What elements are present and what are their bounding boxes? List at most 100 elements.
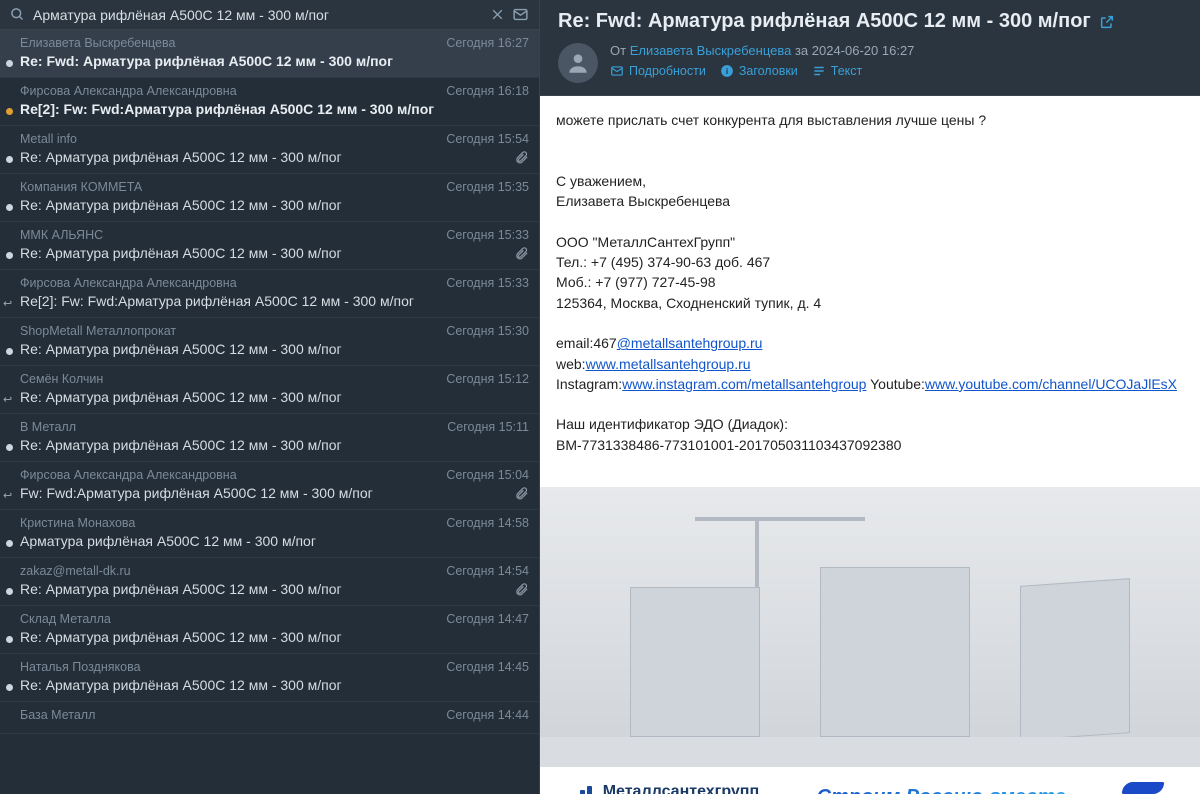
- sender: Фирсова Александра Александровна: [20, 276, 237, 290]
- time: Сегодня 14:58: [446, 516, 529, 530]
- details-action[interactable]: Подробности: [610, 64, 706, 78]
- mail-item[interactable]: Елизавета Выскребенцева Сегодня 16:27 Re: …: [0, 30, 539, 78]
- mail-item[interactable]: Фирсова Александра АлександровнаСегодня …: [0, 78, 539, 126]
- status-dot: [6, 108, 13, 115]
- mail-list[interactable]: Елизавета Выскребенцева Сегодня 16:27 Re: …: [0, 30, 539, 794]
- subject: Re: Арматура рифлёная А500С 12 мм - 300 …: [20, 341, 529, 357]
- body-question: можете прислать счет конкурента для выст…: [556, 110, 1184, 130]
- signature-banner: Металлсантехгрупп Ваш надежный поставщик…: [540, 767, 1200, 794]
- flag-icon: [1123, 777, 1167, 794]
- status-dot: [6, 444, 13, 451]
- company-logo: Металлсантехгрупп Ваш надежный поставщик: [573, 783, 759, 794]
- status-dot: [6, 588, 13, 595]
- subject: Арматура рифлёная А500С 12 мм - 300 м/по…: [20, 533, 529, 549]
- open-external-icon[interactable]: [1099, 14, 1115, 30]
- reply-icon: ↩: [3, 489, 12, 502]
- time: Сегодня 15:30: [446, 324, 529, 338]
- subject: Fw: Fwd:Арматура рифлёная А500С 12 мм - …: [20, 485, 508, 501]
- time: Сегодня 16:18: [446, 84, 529, 98]
- subject: Re: Fwd: Арматура рифлёная А500С 12 мм -…: [20, 53, 529, 69]
- sender: Склад Металла: [20, 612, 111, 626]
- status-dot: [6, 60, 13, 67]
- mail-item[interactable]: ShopMetall МеталлопрокатСегодня 15:30Re:…: [0, 318, 539, 366]
- reply-icon: ↩: [3, 393, 12, 406]
- slogan-text: Строим Россию вместе: [817, 786, 1066, 794]
- message-title: Re: Fwd: Арматура рифлёная А500С 12 мм -…: [558, 10, 1182, 33]
- signature-image: [540, 487, 1200, 767]
- time: Сегодня 15:35: [446, 180, 529, 194]
- sender: Metall info: [20, 132, 77, 146]
- sender: zakaz@metall-dk.ru: [20, 564, 131, 578]
- subject: Re: Арматура рифлёная А500С 12 мм - 300 …: [20, 149, 508, 165]
- mail-item[interactable]: zakaz@metall-dk.ruСегодня 14:54Re: Армат…: [0, 558, 539, 606]
- from-line: От Елизавета Выскребенцева за 2024-06-20…: [610, 43, 914, 58]
- reader-header: Re: Fwd: Арматура рифлёная А500С 12 мм -…: [540, 0, 1200, 96]
- message-title-text: Re: Fwd: Арматура рифлёная А500С 12 мм -…: [558, 10, 1091, 33]
- subject: Re: Арматура рифлёная А500С 12 мм - 300 …: [20, 437, 529, 453]
- info-icon: i: [720, 64, 734, 78]
- subject: Re: Арматура рифлёная А500С 12 мм - 300 …: [20, 581, 508, 597]
- sender: В Металл: [20, 420, 76, 434]
- attachment-icon: [514, 486, 529, 501]
- time: Сегодня 14:45: [446, 660, 529, 674]
- mail-item[interactable]: Наталья Позднякова Сегодня 14:45 Re: Армат…: [0, 654, 539, 702]
- mail-item[interactable]: ↩Фирсова Александра АлександровнаСегодня…: [0, 270, 539, 318]
- sender: Компания КОММЕТА: [20, 180, 142, 194]
- attachment-icon: [514, 582, 529, 597]
- time: Сегодня 15:33: [446, 276, 529, 290]
- mail-item[interactable]: В МеталлСегодня 15:11Re: Арматура рифлён…: [0, 414, 539, 462]
- time: Сегодня 15:12: [446, 372, 529, 386]
- status-dot: [6, 684, 13, 691]
- sender: База Металл: [20, 708, 95, 722]
- sender: Наталья Позднякова: [20, 660, 141, 674]
- time: Сегодня 16:27: [446, 36, 529, 50]
- mail-item[interactable]: Metall info Сегодня 15:54 Re: Арматура риф…: [0, 126, 539, 174]
- subject: Re: Арматура рифлёная А500С 12 мм - 300 …: [20, 629, 529, 645]
- status-dot: [6, 636, 13, 643]
- time: Сегодня 15:54: [446, 132, 529, 146]
- attachment-icon: [514, 246, 529, 261]
- status-dot: [6, 348, 13, 355]
- clear-search-icon[interactable]: [491, 8, 504, 21]
- reader-pane: Re: Fwd: Арматура рифлёная А500С 12 мм -…: [540, 0, 1200, 794]
- message-list-sidebar: Елизавета Выскребенцева Сегодня 16:27 Re: …: [0, 0, 540, 794]
- email-link[interactable]: @metallsantehgroup.ru: [617, 335, 763, 351]
- mail-item[interactable]: ММК АЛЬЯНССегодня 15:33Re: Арматура рифл…: [0, 222, 539, 270]
- mail-item[interactable]: Компания КОММЕТА Сегодня 15:35 Re: Арматур…: [0, 174, 539, 222]
- headers-action[interactable]: i Заголовки: [720, 64, 798, 78]
- sender: Елизавета Выскребенцева: [20, 36, 175, 50]
- time: Сегодня 14:47: [446, 612, 529, 626]
- message-body: можете прислать счет конкурента для выст…: [540, 96, 1200, 469]
- sender: ММК АЛЬЯНС: [20, 228, 103, 242]
- search-bar: [0, 0, 539, 30]
- time: Сегодня 14:44: [446, 708, 529, 722]
- youtube-link[interactable]: www.youtube.com/channel/UCOJaJlEsX: [925, 376, 1177, 392]
- subject: Re: Арматура рифлёная А500С 12 мм - 300 …: [20, 677, 529, 693]
- time: Сегодня 15:04: [446, 468, 529, 482]
- subject: Re: Арматура рифлёная А500С 12 мм - 300 …: [20, 389, 529, 405]
- from-link[interactable]: Елизавета Выскребенцева: [630, 43, 792, 58]
- avatar: [558, 43, 598, 83]
- search-icon: [10, 7, 25, 22]
- subject: Re: Арматура рифлёная А500С 12 мм - 300 …: [20, 245, 508, 261]
- instagram-link[interactable]: www.instagram.com/metallsantehgroup: [622, 376, 866, 392]
- subject: Re: Арматура рифлёная А500С 12 мм - 300 …: [20, 197, 529, 213]
- mail-item[interactable]: ↩ Семён Колчин Сегодня 15:12 Re: Арматура р…: [0, 366, 539, 414]
- mail-item[interactable]: Склад Металла Сегодня 14:47 Re: Арматура р…: [0, 606, 539, 654]
- sender: Фирсова Александра Александровна: [20, 468, 237, 482]
- attachment-icon: [514, 150, 529, 165]
- sender: Кристина Монахова: [20, 516, 135, 530]
- compose-icon[interactable]: [512, 6, 529, 23]
- svg-text:i: i: [726, 67, 728, 76]
- text-action[interactable]: Текст: [812, 64, 862, 78]
- mail-item[interactable]: База Металл Сегодня 14:44: [0, 702, 539, 734]
- status-dot: [6, 204, 13, 211]
- bars-icon: [573, 786, 595, 794]
- status-dot: [6, 156, 13, 163]
- mail-item[interactable]: ↩ Фирсова Александра Александровна Сегодня…: [0, 462, 539, 510]
- status-dot: [6, 252, 13, 259]
- search-input[interactable]: [33, 7, 483, 23]
- mail-item[interactable]: Кристина Монахова Сегодня 14:58 Арматура р…: [0, 510, 539, 558]
- web-link[interactable]: www.metallsantehgroup.ru: [586, 356, 751, 372]
- sender: Семён Колчин: [20, 372, 103, 386]
